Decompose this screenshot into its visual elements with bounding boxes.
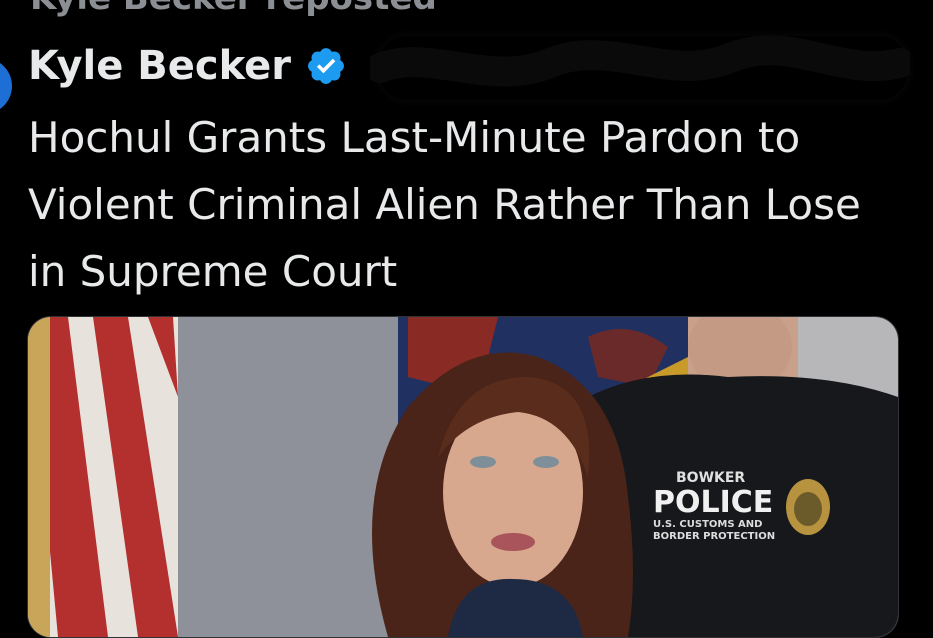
flag — [28, 317, 178, 637]
press-conference-photo: BOWKER POLICE U.S. CUSTOMS AND BORDER PR… — [28, 317, 898, 637]
author-name[interactable]: Kyle Becker — [28, 43, 291, 89]
redaction-scribble — [370, 35, 910, 87]
uniform-agency-line1: U.S. CUSTOMS AND — [653, 519, 762, 530]
post-header: Kyle Becker — [28, 40, 347, 92]
uniform-police-label: POLICE — [653, 485, 773, 520]
post-media-image[interactable]: BOWKER POLICE U.S. CUSTOMS AND BORDER PR… — [27, 316, 899, 638]
verified-badge-icon — [305, 45, 347, 87]
post-headline[interactable]: Hochul Grants Last-Minute Pardon to Viol… — [28, 104, 908, 305]
repost-indicator[interactable]: Kyle Becker reposted — [30, 0, 437, 18]
author-avatar[interactable] — [0, 58, 12, 114]
uniform-agency-line2: BORDER PROTECTION — [653, 531, 775, 542]
uniform-name-patch: BOWKER — [676, 470, 745, 486]
repost-text: Kyle Becker reposted — [30, 0, 437, 18]
